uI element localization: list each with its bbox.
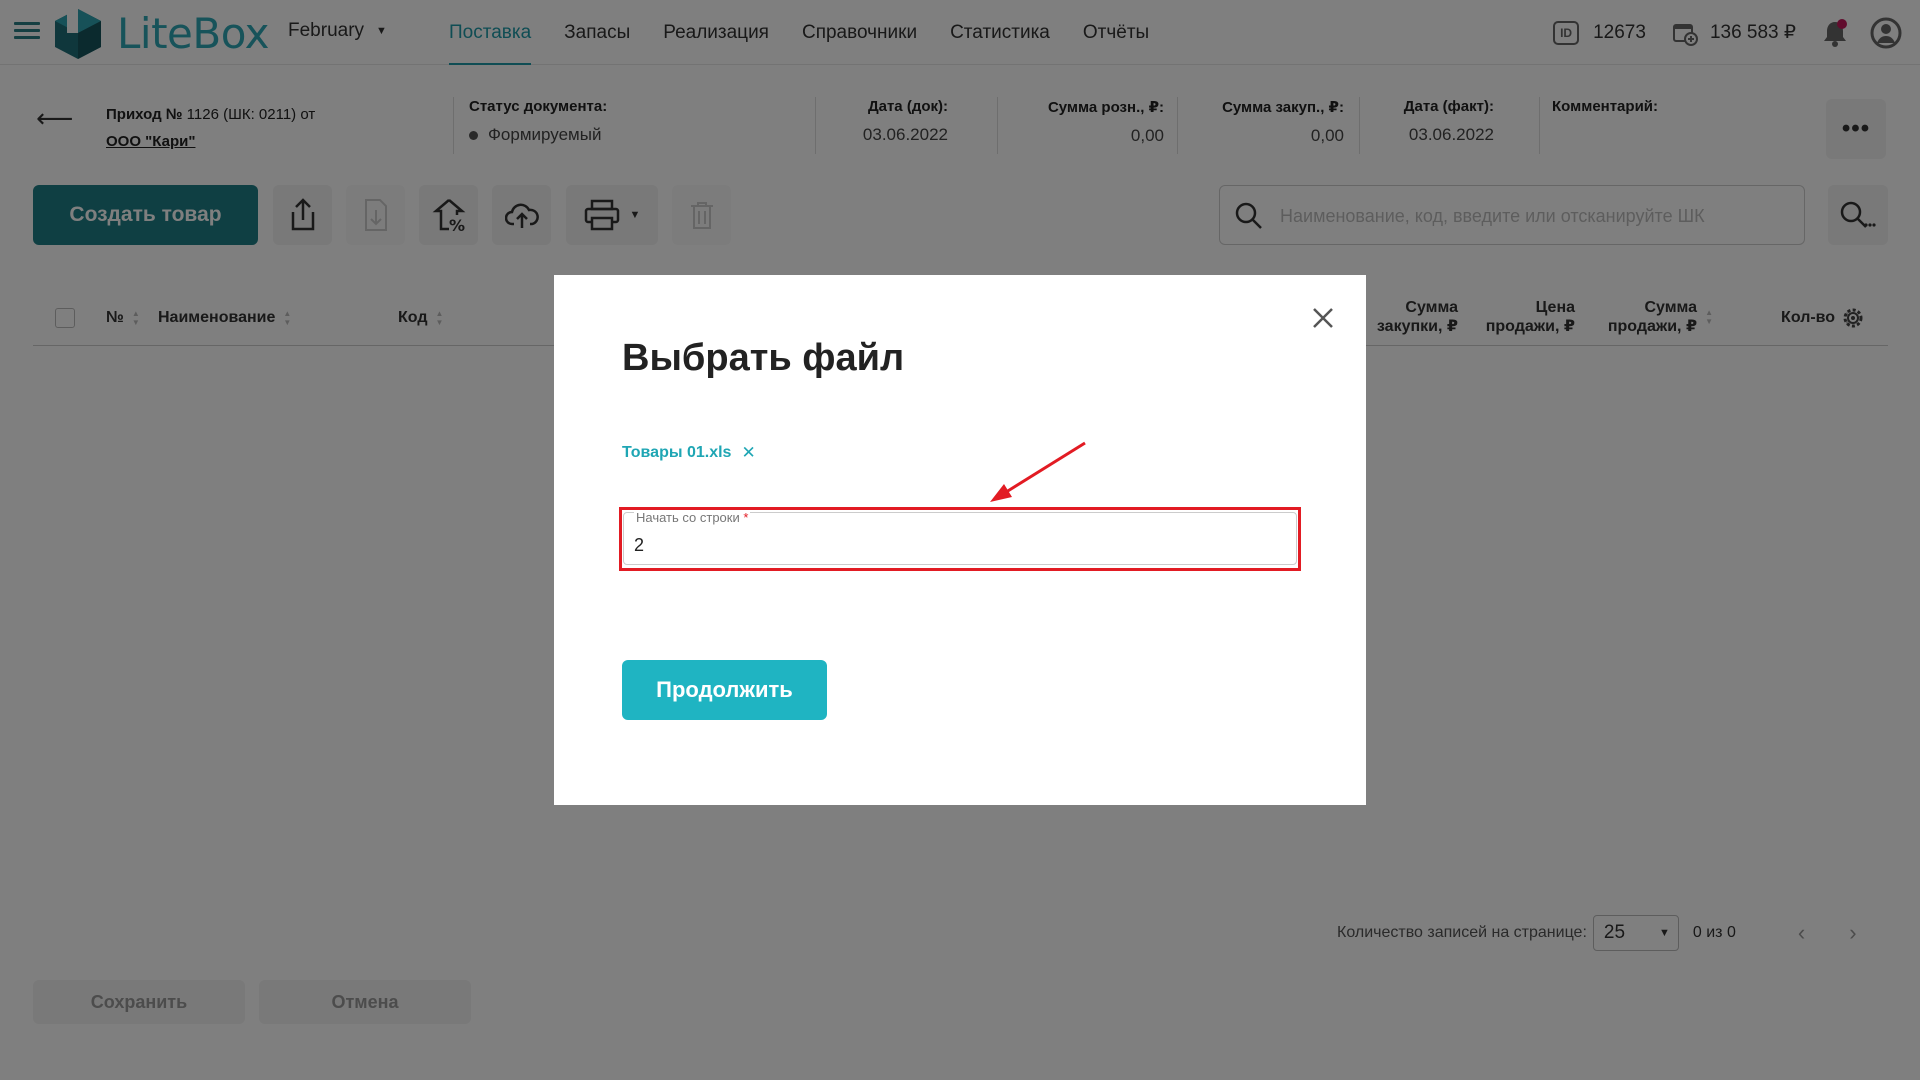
choose-file-dialog: Выбрать файл Товары 01.xls ✕ Начать со с… [554, 275, 1366, 805]
dialog-title: Выбрать файл [622, 337, 905, 379]
annotation-highlight-box [619, 507, 1301, 571]
selected-file-name[interactable]: Товары 01.xls [622, 444, 731, 462]
close-icon[interactable] [1310, 305, 1336, 331]
selected-file-chip: Товары 01.xls ✕ [622, 443, 756, 463]
remove-file-icon[interactable]: ✕ [741, 443, 755, 463]
continue-button[interactable]: Продолжить [622, 660, 827, 720]
